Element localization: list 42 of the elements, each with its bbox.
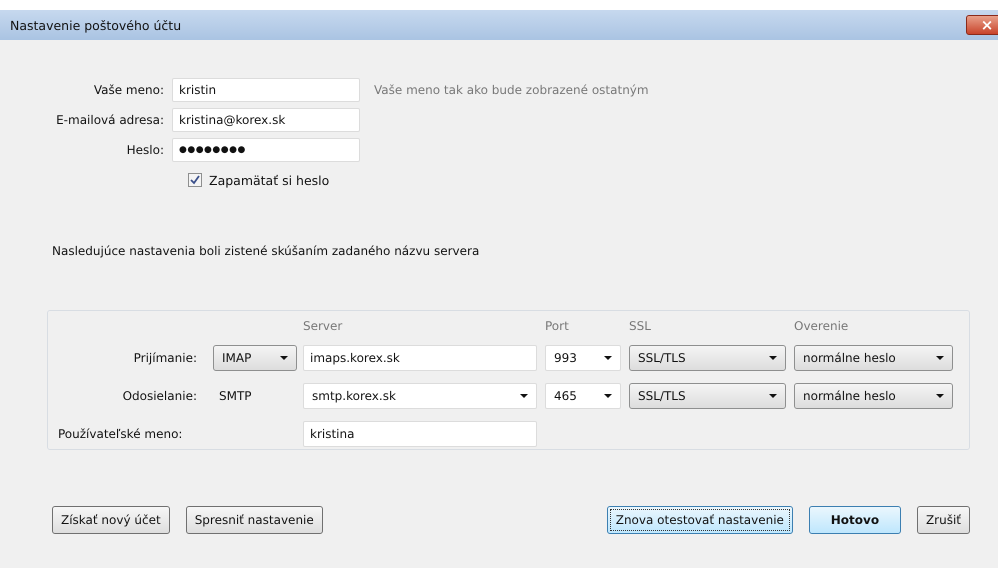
server-field[interactable]: imaps.korex.sk	[303, 345, 537, 371]
dialog-button[interactable]: Získať nový účet	[52, 506, 170, 534]
remember-checkbox[interactable]: Zapamätať si heslo	[188, 172, 330, 188]
dialog-button[interactable]: Spresniť nastavenie	[186, 506, 323, 534]
caret-icon	[604, 394, 612, 398]
window-title: Nastavenie poštového účtu	[10, 18, 182, 32]
caret-icon	[769, 356, 777, 360]
server-dropdown[interactable]: smtp.korex.sk	[303, 383, 537, 409]
caret-icon	[936, 356, 944, 360]
column-header: SSL	[629, 319, 652, 333]
caret-icon	[769, 394, 777, 398]
caret-icon	[936, 394, 944, 398]
info-text: Nasledujúce nastavenia boli zistené skúšaním zadaného názvu servera	[52, 244, 480, 258]
caret-icon	[280, 356, 288, 360]
column-header: Overenie	[794, 319, 850, 333]
ssl-dropdown[interactable]: SSL/TLS	[629, 383, 786, 409]
authentication-dropdown[interactable]: normálne heslo	[794, 345, 953, 371]
protocol-dropdown[interactable]: IMAP	[213, 345, 297, 371]
input-field[interactable]: kristina@korex.sk	[172, 108, 360, 132]
hint-text: Vaše meno tak ako bude zobrazené ostatným	[374, 83, 649, 97]
caret-icon	[520, 394, 528, 398]
protocol-label: SMTP	[218, 389, 252, 403]
column-header: Port	[545, 319, 570, 333]
username-field[interactable]: kristina	[303, 421, 537, 447]
field-label: Heslo:	[126, 143, 165, 157]
row-label: Odosielanie:	[122, 389, 198, 403]
port-dropdown[interactable]: 465	[545, 383, 621, 409]
dialog-button[interactable]: Hotovo	[808, 506, 901, 534]
port-dropdown[interactable]: 993	[545, 345, 621, 371]
field-label: E-mailová adresa:	[55, 113, 165, 127]
ssl-dropdown[interactable]: SSL/TLS	[629, 345, 786, 371]
dialog-button[interactable]: Zrušiť	[916, 506, 970, 534]
checkmark-icon	[190, 175, 200, 185]
column-header: Server	[303, 319, 344, 333]
row-label: Používateľské meno:	[57, 427, 184, 441]
row-label: Prijímanie:	[132, 351, 198, 365]
authentication-dropdown[interactable]: normálne heslo	[794, 383, 953, 409]
dialog-button[interactable]: Znova otestovať nastavenie	[606, 506, 793, 534]
field-label: Vaše meno:	[92, 83, 165, 97]
caret-icon	[604, 356, 612, 360]
input-field[interactable]: kristin	[172, 78, 360, 102]
input-field[interactable]: ●●●●●●●●	[172, 138, 360, 162]
